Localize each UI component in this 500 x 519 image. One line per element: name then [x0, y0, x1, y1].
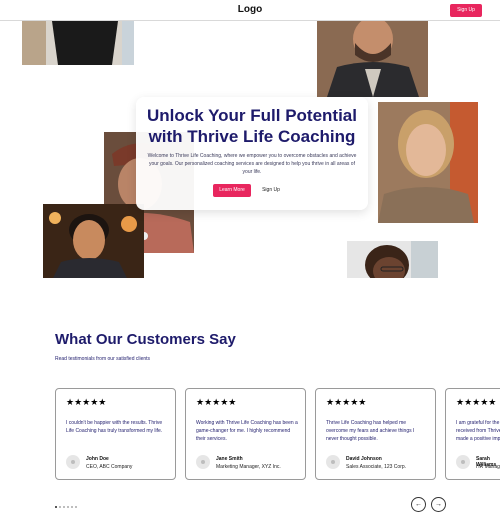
testimonials-title: What Our Customers Say	[55, 331, 236, 348]
testimonial-card: ★★★★★ Thrive Life Coaching has helped me…	[315, 388, 436, 480]
hero-card: Unlock Your Full Potential with Thrive L…	[136, 97, 368, 210]
photo-person-black-shirt	[22, 21, 134, 65]
testimonial-name: John Doe	[86, 456, 109, 462]
testimonial-card: ★★★★★ Working with Thrive Life Coaching …	[185, 388, 306, 480]
testimonial-name: David Johnson	[346, 456, 382, 462]
site-header: Logo Sign Up	[0, 0, 500, 21]
avatar	[196, 455, 210, 469]
learn-more-button[interactable]: Learn More	[213, 184, 251, 197]
photo-smiling-man-beard	[317, 21, 428, 97]
rating-stars-icon: ★★★★★	[326, 397, 367, 407]
carousel-dot[interactable]	[67, 506, 69, 508]
photo-smiling-asian-man	[43, 204, 144, 278]
testimonials-subtitle: Read testimonials from our satisfied cli…	[55, 356, 151, 362]
testimonial-name: Jane Smith	[216, 456, 243, 462]
rating-stars-icon: ★★★★★	[196, 397, 237, 407]
logo[interactable]: Logo	[0, 4, 500, 15]
avatar	[66, 455, 80, 469]
photo-man-glasses	[347, 241, 438, 278]
next-arrow-icon[interactable]: →	[431, 497, 446, 512]
avatar	[326, 455, 340, 469]
hero-signup-button[interactable]: Sign Up	[257, 184, 285, 197]
carousel-dot[interactable]	[59, 506, 61, 508]
photo-smiling-woman-braid	[378, 102, 478, 223]
testimonial-quote: I am grateful for the guidance and suppo…	[456, 420, 500, 442]
carousel-dot[interactable]	[55, 506, 57, 508]
carousel-dots[interactable]	[55, 506, 79, 510]
carousel-dot[interactable]	[75, 506, 77, 508]
prev-arrow-icon[interactable]: ←	[411, 497, 426, 512]
hero-title: Unlock Your Full Potential with Thrive L…	[146, 106, 357, 146]
header-signup-button[interactable]: Sign Up	[450, 4, 482, 17]
carousel-dot[interactable]	[63, 506, 65, 508]
rating-stars-icon: ★★★★★	[456, 397, 497, 407]
carousel-dot[interactable]	[71, 506, 73, 508]
testimonial-role: HR Manager	[476, 464, 500, 470]
testimonial-quote: Working with Thrive Life Coaching has be…	[196, 420, 298, 442]
avatar	[456, 455, 470, 469]
testimonial-quote: Thrive Life Coaching has helped me overc…	[326, 420, 415, 442]
testimonial-role: CEO, ABC Company	[86, 464, 133, 470]
testimonial-card: ★★★★★ I am grateful for the guidance and…	[445, 388, 500, 480]
testimonial-role: Sales Associate, 123 Corp.	[346, 464, 407, 470]
rating-stars-icon: ★★★★★	[66, 397, 107, 407]
testimonial-role: Marketing Manager, XYZ Inc.	[216, 464, 281, 470]
testimonial-card: ★★★★★ I couldn't be happier with the res…	[55, 388, 176, 480]
testimonial-quote: I couldn't be happier with the results. …	[66, 420, 163, 434]
hero-description: Welcome to Thrive Life Coaching, where w…	[147, 153, 357, 175]
